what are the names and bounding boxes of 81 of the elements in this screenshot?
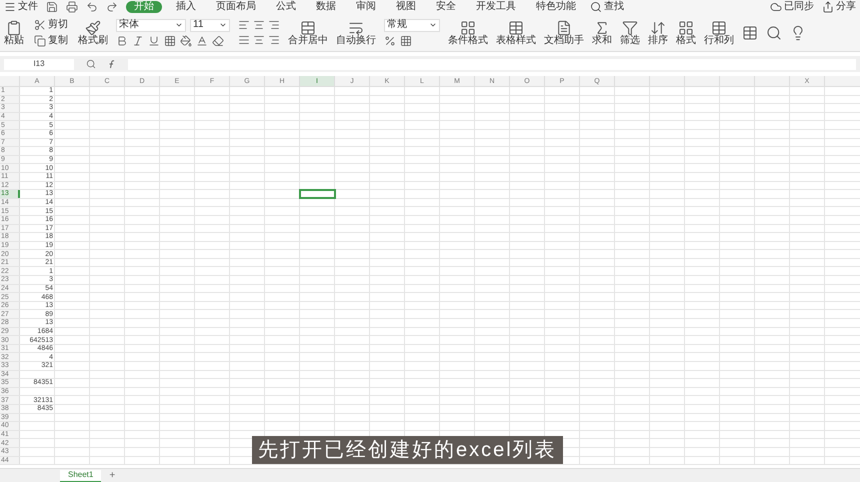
- merge-cells-icon: [300, 20, 316, 36]
- percent-icon[interactable]: [384, 34, 396, 46]
- table-icon: [711, 20, 727, 36]
- sync-button[interactable]: 已同步: [770, 1, 814, 13]
- name-box[interactable]: I13: [4, 58, 74, 70]
- undo-icon[interactable]: [86, 1, 98, 13]
- align-right-icon[interactable]: [268, 34, 280, 46]
- ribbon-tool-button[interactable]: 条件格式: [448, 20, 488, 46]
- table-icon: [508, 20, 524, 36]
- search-icon: [590, 1, 602, 13]
- share-icon: [822, 1, 834, 13]
- format-painter-button[interactable]: 格式刷: [78, 20, 108, 46]
- align-center-icon[interactable]: [253, 19, 265, 31]
- borders-icon[interactable]: [164, 34, 176, 46]
- paste-button[interactable]: 粘贴: [4, 20, 24, 46]
- number-format: 常规: [387, 20, 407, 30]
- align-left-icon[interactable]: [238, 19, 250, 31]
- menu-icon: [4, 1, 16, 13]
- bold-icon[interactable]: [116, 34, 128, 46]
- ribbon-tab[interactable]: 公式: [270, 1, 302, 13]
- document-icon: [556, 20, 572, 36]
- ribbon-tool-button[interactable]: 表格样式: [496, 20, 536, 46]
- chevron-down-icon: [219, 21, 227, 29]
- selected-cell[interactable]: [300, 190, 335, 198]
- ribbon-tab[interactable]: 审阅: [350, 1, 382, 13]
- printer-icon[interactable]: [66, 1, 78, 13]
- chevron-down-icon: [429, 21, 437, 29]
- paintbrush-icon: [85, 20, 101, 36]
- file-menu[interactable]: 文件: [4, 1, 38, 13]
- redo-icon[interactable]: [106, 1, 118, 13]
- ribbon-tool-button[interactable]: 格式: [676, 20, 696, 46]
- search-button[interactable]: 查找: [590, 1, 624, 13]
- font-name: 宋体: [119, 20, 139, 30]
- ribbon-tab[interactable]: 特色功能: [530, 1, 582, 13]
- underline-icon[interactable]: [148, 34, 160, 46]
- ribbon-tool-button[interactable]: 行和列: [704, 20, 734, 46]
- chevron-down-icon: [175, 21, 183, 29]
- cut-button[interactable]: 剪切: [32, 18, 70, 30]
- sheet-tab[interactable]: Sheet1: [60, 470, 102, 482]
- align-center-icon[interactable]: [253, 34, 265, 46]
- video-subtitle: 先打开已经创建好的excel列表: [252, 436, 563, 464]
- ribbon-tab[interactable]: 插入: [170, 1, 202, 13]
- copy-button[interactable]: 复制: [32, 34, 70, 46]
- table-icon[interactable]: [742, 24, 758, 40]
- zoom-icon[interactable]: [86, 59, 96, 69]
- font-dropdown[interactable]: 宋体: [116, 18, 186, 32]
- align-right-icon[interactable]: [268, 19, 280, 31]
- ribbon-tool-button[interactable]: 筛选: [620, 20, 640, 46]
- cloud-icon: [770, 1, 782, 13]
- ribbon-tool-button[interactable]: 求和: [592, 20, 612, 46]
- sort-icon: [650, 20, 666, 36]
- font-size: 11: [193, 20, 204, 30]
- font-color-icon[interactable]: [196, 34, 208, 46]
- justify-icon[interactable]: [238, 34, 250, 46]
- ribbon-tab[interactable]: 安全: [430, 1, 462, 13]
- ribbon-tab[interactable]: 开始: [126, 1, 162, 13]
- ribbon-tab[interactable]: 页面布局: [210, 1, 262, 13]
- fill-bucket-icon[interactable]: [180, 34, 192, 46]
- ribbon-tab[interactable]: 视图: [390, 1, 422, 13]
- ribbon-tab[interactable]: 数据: [310, 1, 342, 13]
- add-sheet-button[interactable]: +: [105, 470, 120, 480]
- ribbon-tab[interactable]: 开发工具: [470, 1, 522, 13]
- italic-icon[interactable]: [132, 34, 144, 46]
- eraser-icon[interactable]: [212, 34, 224, 46]
- font-size-dropdown[interactable]: 11: [190, 18, 230, 32]
- number-format-dropdown[interactable]: 常规: [384, 18, 440, 32]
- function-icon[interactable]: [108, 60, 116, 68]
- copy-icon: [34, 34, 46, 46]
- clipboard-icon: [6, 20, 22, 36]
- filter-icon: [622, 20, 638, 36]
- ribbon-tool-button[interactable]: 排序: [648, 20, 668, 46]
- save-icon[interactable]: [46, 1, 58, 13]
- cut-icon: [34, 18, 46, 30]
- grid-icon: [678, 20, 694, 36]
- search-icon[interactable]: [766, 24, 782, 40]
- merge-center-button[interactable]: 合并居中: [288, 20, 328, 46]
- share-button[interactable]: 分享: [822, 1, 856, 13]
- ribbon-tool-button[interactable]: 文档助手: [544, 20, 584, 46]
- grid-icon[interactable]: [400, 34, 412, 46]
- grid-icon: [460, 20, 476, 36]
- wrap-text-button[interactable]: 自动换行: [336, 20, 376, 46]
